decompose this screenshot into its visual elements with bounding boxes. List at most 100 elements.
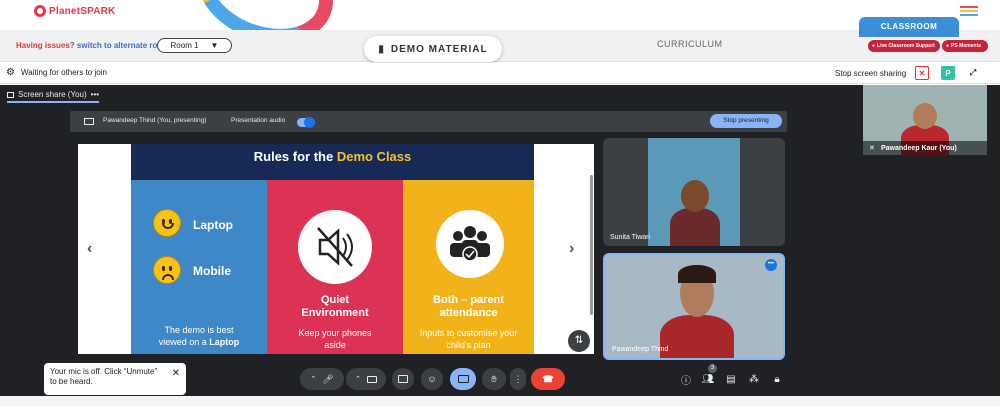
slide-title-highlight: Demo Class [336,149,412,164]
tile-more-options-icon[interactable]: ••• [765,259,777,271]
expand-icon[interactable]: ⤢ [966,66,980,80]
present-now-button[interactable] [450,368,476,390]
toast-line2: to be heard. [50,377,93,386]
camera-toggle-button[interactable]: ⌃ [346,368,386,390]
mobile-label: Mobile [193,264,231,278]
laptop-label: Laptop [193,218,233,232]
pawandeep-hair [678,265,716,283]
toast-line1: Your mic is off. Click “Unmute” [50,367,158,376]
smiley-icon: ☺ [427,374,437,384]
ps-moments-label: PS Moments [951,43,982,49]
more-options-button[interactable]: ⋮ [510,368,526,390]
more-options-icon[interactable]: ••• [91,90,99,99]
emoji-reactions-button[interactable]: ☺ [421,368,443,390]
hamburger-menu-icon[interactable] [960,6,978,18]
presentation-audio-toggle[interactable] [297,117,315,128]
top-header [0,0,1000,61]
slide-column-attendance: Both – parent attendance Inputs to custo… [403,180,534,354]
camera-icon: ● [946,43,950,49]
leave-call-button[interactable]: ☎︎ [531,368,565,390]
mic-off-toast: Your mic is off. Click “Unmute” to be he… [44,363,186,395]
live-support-label: Live Classroom Support [877,43,935,49]
screen-share-underline [7,101,99,103]
attendance-title-line2: attendance [439,307,498,319]
participant-name-pawandeep: Pawandeep Thind [612,346,669,353]
chat-icon[interactable]: ▤ [724,372,738,386]
support-icon: ● [872,43,876,49]
sunita-person-head [681,180,709,212]
sad-emoji-icon [153,256,181,284]
present-screen-icon [84,118,94,125]
alternate-room-link[interactable]: switch to alternate room [77,41,169,50]
raise-hand-button[interactable]: ✋︎ [482,368,506,390]
people-count-badge: 3 [708,364,717,373]
room-select-value: Room 1 [170,41,199,50]
sunita-video [648,138,740,246]
quiet-body-line1: Keep your phones [298,328,372,338]
live-support-button[interactable]: ● Live Classroom Support [868,40,940,52]
screen-share-label: Screen share (You) ••• [7,90,99,99]
chevron-up-icon: ⌃ [310,376,317,383]
captions-icon [398,375,408,383]
logo-text: PlanetSPARK [49,5,116,17]
chevron-up-icon: ⌃ [355,376,361,383]
activities-icon[interactable]: ⁂ [747,372,761,386]
close-icon[interactable]: ✕ [172,369,180,379]
devices-body-line2-text: viewed on a [158,337,210,347]
stop-screen-sharing-label: Stop screen sharing [835,69,907,78]
participant-tile-pawandeep[interactable]: ••• Pawandeep Thind [603,253,785,360]
hand-icon: ✋︎ [491,373,497,384]
swap-layout-icon[interactable]: ⇅ [568,330,590,352]
logo-mark-icon [34,5,46,17]
slide-prev-icon[interactable]: ‹ [87,240,92,258]
issues-notice: Having issues? switch to alternate room [16,41,169,50]
participant-p-badge[interactable]: P [941,66,955,80]
stop-sharing-close-icon[interactable]: ✕ [915,66,929,80]
classroom-tab[interactable]: CLASSROOM [859,17,959,37]
participant-tile-sunita[interactable]: Sunita Tiwari [603,138,785,246]
attendance-body-line2: child's plan [446,340,491,350]
self-view-tile[interactable]: ✕ Pawandeep Kaur (You) [863,85,987,155]
screen-share-text: Screen share (You) [18,90,87,99]
mic-off-icon: ✕ [869,145,875,152]
curriculum-tab[interactable]: CURRICULUM [657,39,723,49]
presenter-label: Pawandeep Thind (You, presenting) [103,117,207,124]
smile-emoji-icon [153,209,181,237]
stop-presenting-button[interactable]: Stop presenting [710,114,782,128]
room-select[interactable]: Room 1 ▼ [157,38,232,53]
demo-material-label: DEMO MATERIAL [390,43,488,55]
slide-content: Rules for the Demo Class Laptop Mobile T… [131,144,534,354]
self-name: Pawandeep Kaur (You) [881,145,957,152]
host-controls-icon[interactable]: 🔒︎ [770,372,784,386]
devices-body-line2: viewed on a Laptop [131,336,267,348]
devices-body-line1: The demo is best [164,325,234,335]
group-people-icon [436,210,504,278]
taskbar-strip [0,396,1000,406]
slide-title: Rules for the Demo Class [131,144,534,180]
chevron-down-icon: ▼ [210,41,219,50]
hang-up-icon: ☎︎ [542,373,554,384]
slide-column-quiet: Quiet Environment Keep your phones aside [267,180,403,354]
mic-toggle-button[interactable]: ⌃ 🎤︎ [300,368,344,390]
slide-column-devices: Laptop Mobile The demo is best viewed on… [131,180,267,354]
microphone-icon: 🎤︎ [322,373,334,384]
self-person-head [913,103,937,129]
slide-scrollbar[interactable] [590,175,593,315]
quiet-body-line2: aside [324,340,346,350]
slide-next-icon[interactable]: › [569,240,574,258]
ps-moments-button[interactable]: ● PS Moments [942,40,988,52]
slide-title-prefix: Rules for the [253,149,337,164]
screen-share-icon [7,91,14,98]
video-camera-icon [366,375,377,383]
meeting-info-icon[interactable]: ⓘ [679,372,693,387]
people-icon[interactable]: 👥︎ [701,372,715,386]
participant-name-sunita: Sunita Tiwari [610,234,651,241]
gear-icon[interactable]: ⚙ [6,67,15,78]
sunita-person-body [670,208,720,246]
planetspark-logo[interactable]: PlanetSPARK [34,5,115,17]
demo-material-button[interactable]: ▮ DEMO MATERIAL [364,36,502,62]
captions-button[interactable] [392,368,414,390]
present-screen-icon [457,375,469,383]
vertical-dots-icon: ⋮ [513,373,523,384]
devices-body-laptop: Laptop [209,337,240,347]
